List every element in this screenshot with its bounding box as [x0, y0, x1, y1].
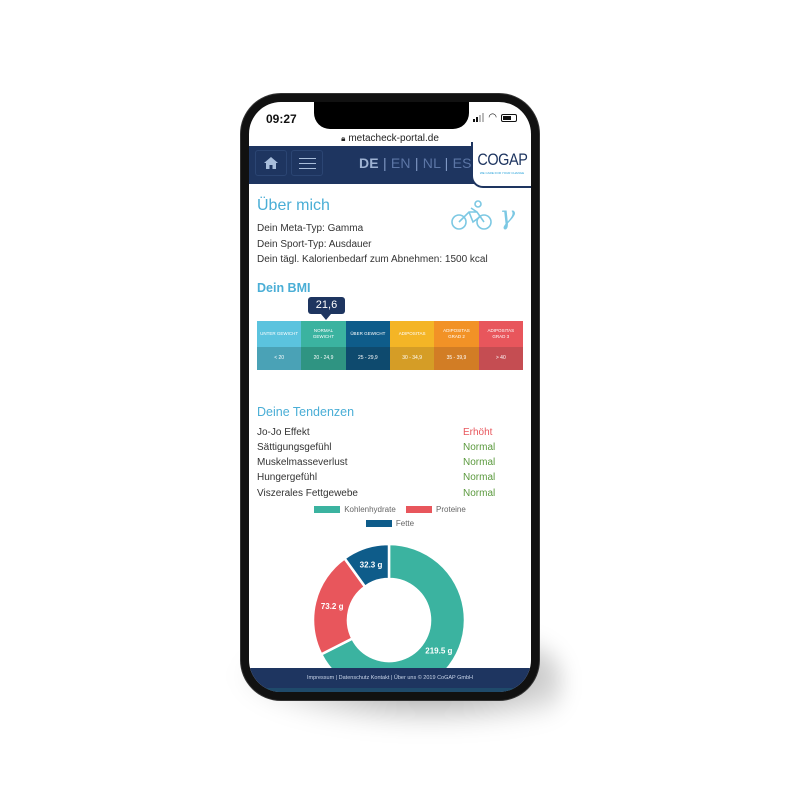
menu-icon-line — [298, 162, 316, 164]
tendency-value: Normal — [463, 441, 496, 453]
home-button[interactable] — [255, 150, 287, 176]
tendency-label: Hungergefühl — [257, 472, 318, 484]
legend-label: Fette — [395, 518, 415, 528]
url-text: metacheck-portal.de — [348, 133, 439, 144]
legend-item-fette[interactable]: Fette — [365, 518, 415, 528]
bmi-category-range: > 40 — [478, 346, 523, 370]
status-icons: ◠ — [473, 112, 517, 123]
bmi-category: ÜBER GEWICHT 25 - 29,9 — [345, 320, 390, 370]
bmi-category-label: ADIPOSITAS GRAD 2 — [434, 320, 479, 347]
footer-links[interactable]: Impressum | Datenschutz Kontakt | Über u… — [307, 675, 473, 681]
tendency-value: Erhöht — [463, 426, 493, 438]
tendencies-title: Deine Tendenzen — [257, 404, 355, 419]
main-content: Über mich γ Dein Meta-Typ: Gamma Dein Sp… — [257, 197, 523, 529]
bmi-category-label: ÜBER GEWICHT — [345, 320, 390, 347]
tendencies-list: Jo-Jo Effekt Erhöht Sättigungsgefühl Normal… — [257, 425, 523, 501]
tendency-label: Jo-Jo Effekt — [257, 426, 310, 438]
legend-item-proteine[interactable]: Proteine — [406, 505, 466, 514]
gamma-icon: γ — [499, 201, 515, 231]
menu-button[interactable] — [291, 150, 323, 176]
bicycle-icon — [451, 200, 492, 230]
bmi-category: NORMAL GEWICHT 20 - 24,9 — [301, 320, 346, 370]
lang-separator: | — [382, 155, 387, 171]
calorie-need: Dein tägl. Kalorienbedarf zum Abnehmen: … — [257, 254, 488, 265]
menu-icon-line — [298, 157, 316, 159]
home-icon — [264, 157, 278, 169]
tendency-label: Sättigungsgefühl — [257, 441, 332, 453]
bmi-category: UNTER GEWICHT < 20 — [257, 320, 302, 370]
legend-label: Kohlenhydrate — [344, 504, 396, 514]
tendency-row: Sättigungsgefühl Normal — [257, 440, 523, 455]
bmi-category-range: 20 - 24,9 — [301, 346, 346, 370]
lock-icon: 🔒︎ — [341, 134, 346, 143]
lang-de[interactable]: DE — [359, 155, 379, 171]
bmi-category-range: 30 - 34,9 — [389, 346, 435, 370]
donut-data-label: 32.3 g — [360, 560, 383, 569]
bmi-category: ADIPOSITAS 30 - 34,9 — [389, 320, 435, 370]
legend-swatch — [314, 505, 341, 513]
menu-icon-line — [298, 167, 316, 169]
bmi-category-label: NORMAL GEWICHT — [301, 320, 346, 347]
tendency-value: Normal — [463, 472, 496, 484]
donut-data-label: 73.2 g — [321, 602, 344, 611]
language-switcher: DE | EN | NL | ES — [359, 155, 472, 171]
tendency-label: Muskelmasseverlust — [257, 457, 348, 469]
lang-separator: | — [414, 155, 419, 171]
chart-legend: Kohlenhydrate Proteine Fette — [257, 505, 523, 529]
logo-tagline: WE CARE FOR YOUR CHANGE — [479, 171, 525, 175]
phone-notch — [314, 102, 469, 129]
tendency-row: Viszerales Fettgewebe Normal — [257, 486, 523, 501]
cogap-logo[interactable]: COGAP WE CARE FOR YOUR CHANGE — [471, 142, 531, 188]
tendency-row: Hungergefühl Normal — [257, 470, 523, 485]
logo-text: COGAP — [477, 150, 528, 169]
tendency-row: Jo-Jo Effekt Erhöht — [257, 425, 523, 440]
lang-en[interactable]: EN — [391, 155, 411, 171]
bmi-table: UNTER GEWICHT < 20 NORMAL GEWICHT 20 - 24,9… — [257, 320, 523, 370]
legend-swatch — [365, 519, 392, 527]
tendency-value: Normal — [463, 457, 496, 469]
donut-data-label: 219.5 g — [425, 647, 452, 656]
wifi-icon: ◠ — [488, 112, 497, 123]
bmi-category-range: 35 - 39,9 — [434, 346, 479, 370]
status-time: 09:27 — [266, 112, 297, 126]
bmi-category-label: UNTER GEWICHT — [257, 320, 302, 347]
bmi-category: ADIPOSITAS GRAD 2 35 - 39,9 — [434, 320, 479, 370]
battery-icon — [501, 113, 517, 122]
lang-es[interactable]: ES — [453, 155, 472, 171]
bmi-category: ADIPOSITAS GRAD 3 > 40 — [478, 320, 523, 370]
lang-nl[interactable]: NL — [423, 155, 441, 171]
sport-type: Dein Sport-Typ: Ausdauer — [257, 238, 372, 250]
about-section: Über mich γ Dein Meta-Typ: Gamma Dein Sp… — [257, 197, 523, 268]
legend-label: Proteine — [436, 504, 466, 514]
bmi-category-range: 25 - 29,9 — [345, 346, 390, 370]
tendency-row: Muskelmasseverlust Normal — [257, 455, 523, 470]
bmi-value-marker: 21,6 — [308, 296, 345, 320]
lang-separator: | — [444, 155, 449, 171]
tendency-value: Normal — [463, 487, 496, 499]
signal-icon — [473, 113, 485, 122]
phone-screen: 09:27 ◠ 🔒︎ metacheck-portal.de DE | EN | … — [249, 102, 531, 692]
bmi-title: Dein BMI — [257, 280, 311, 295]
bmi-category-label: ADIPOSITAS — [389, 320, 435, 347]
tendency-label: Viszerales Fettgewebe — [257, 487, 358, 499]
footer: Impressum | Datenschutz Kontakt | Über u… — [249, 668, 531, 692]
phone-frame: 09:27 ◠ 🔒︎ metacheck-portal.de DE | EN | … — [241, 94, 539, 700]
bmi-scale: 21,6 UNTER GEWICHT < 20 NORMAL GEWICHT 20 -… — [257, 296, 523, 371]
legend-swatch — [406, 505, 433, 513]
bmi-category-range: < 20 — [257, 346, 302, 370]
bmi-category-label: ADIPOSITAS GRAD 3 — [478, 320, 523, 347]
footer-bar — [249, 688, 531, 692]
legend-item-kohlenhydrate[interactable]: Kohlenhydrate — [314, 505, 396, 514]
